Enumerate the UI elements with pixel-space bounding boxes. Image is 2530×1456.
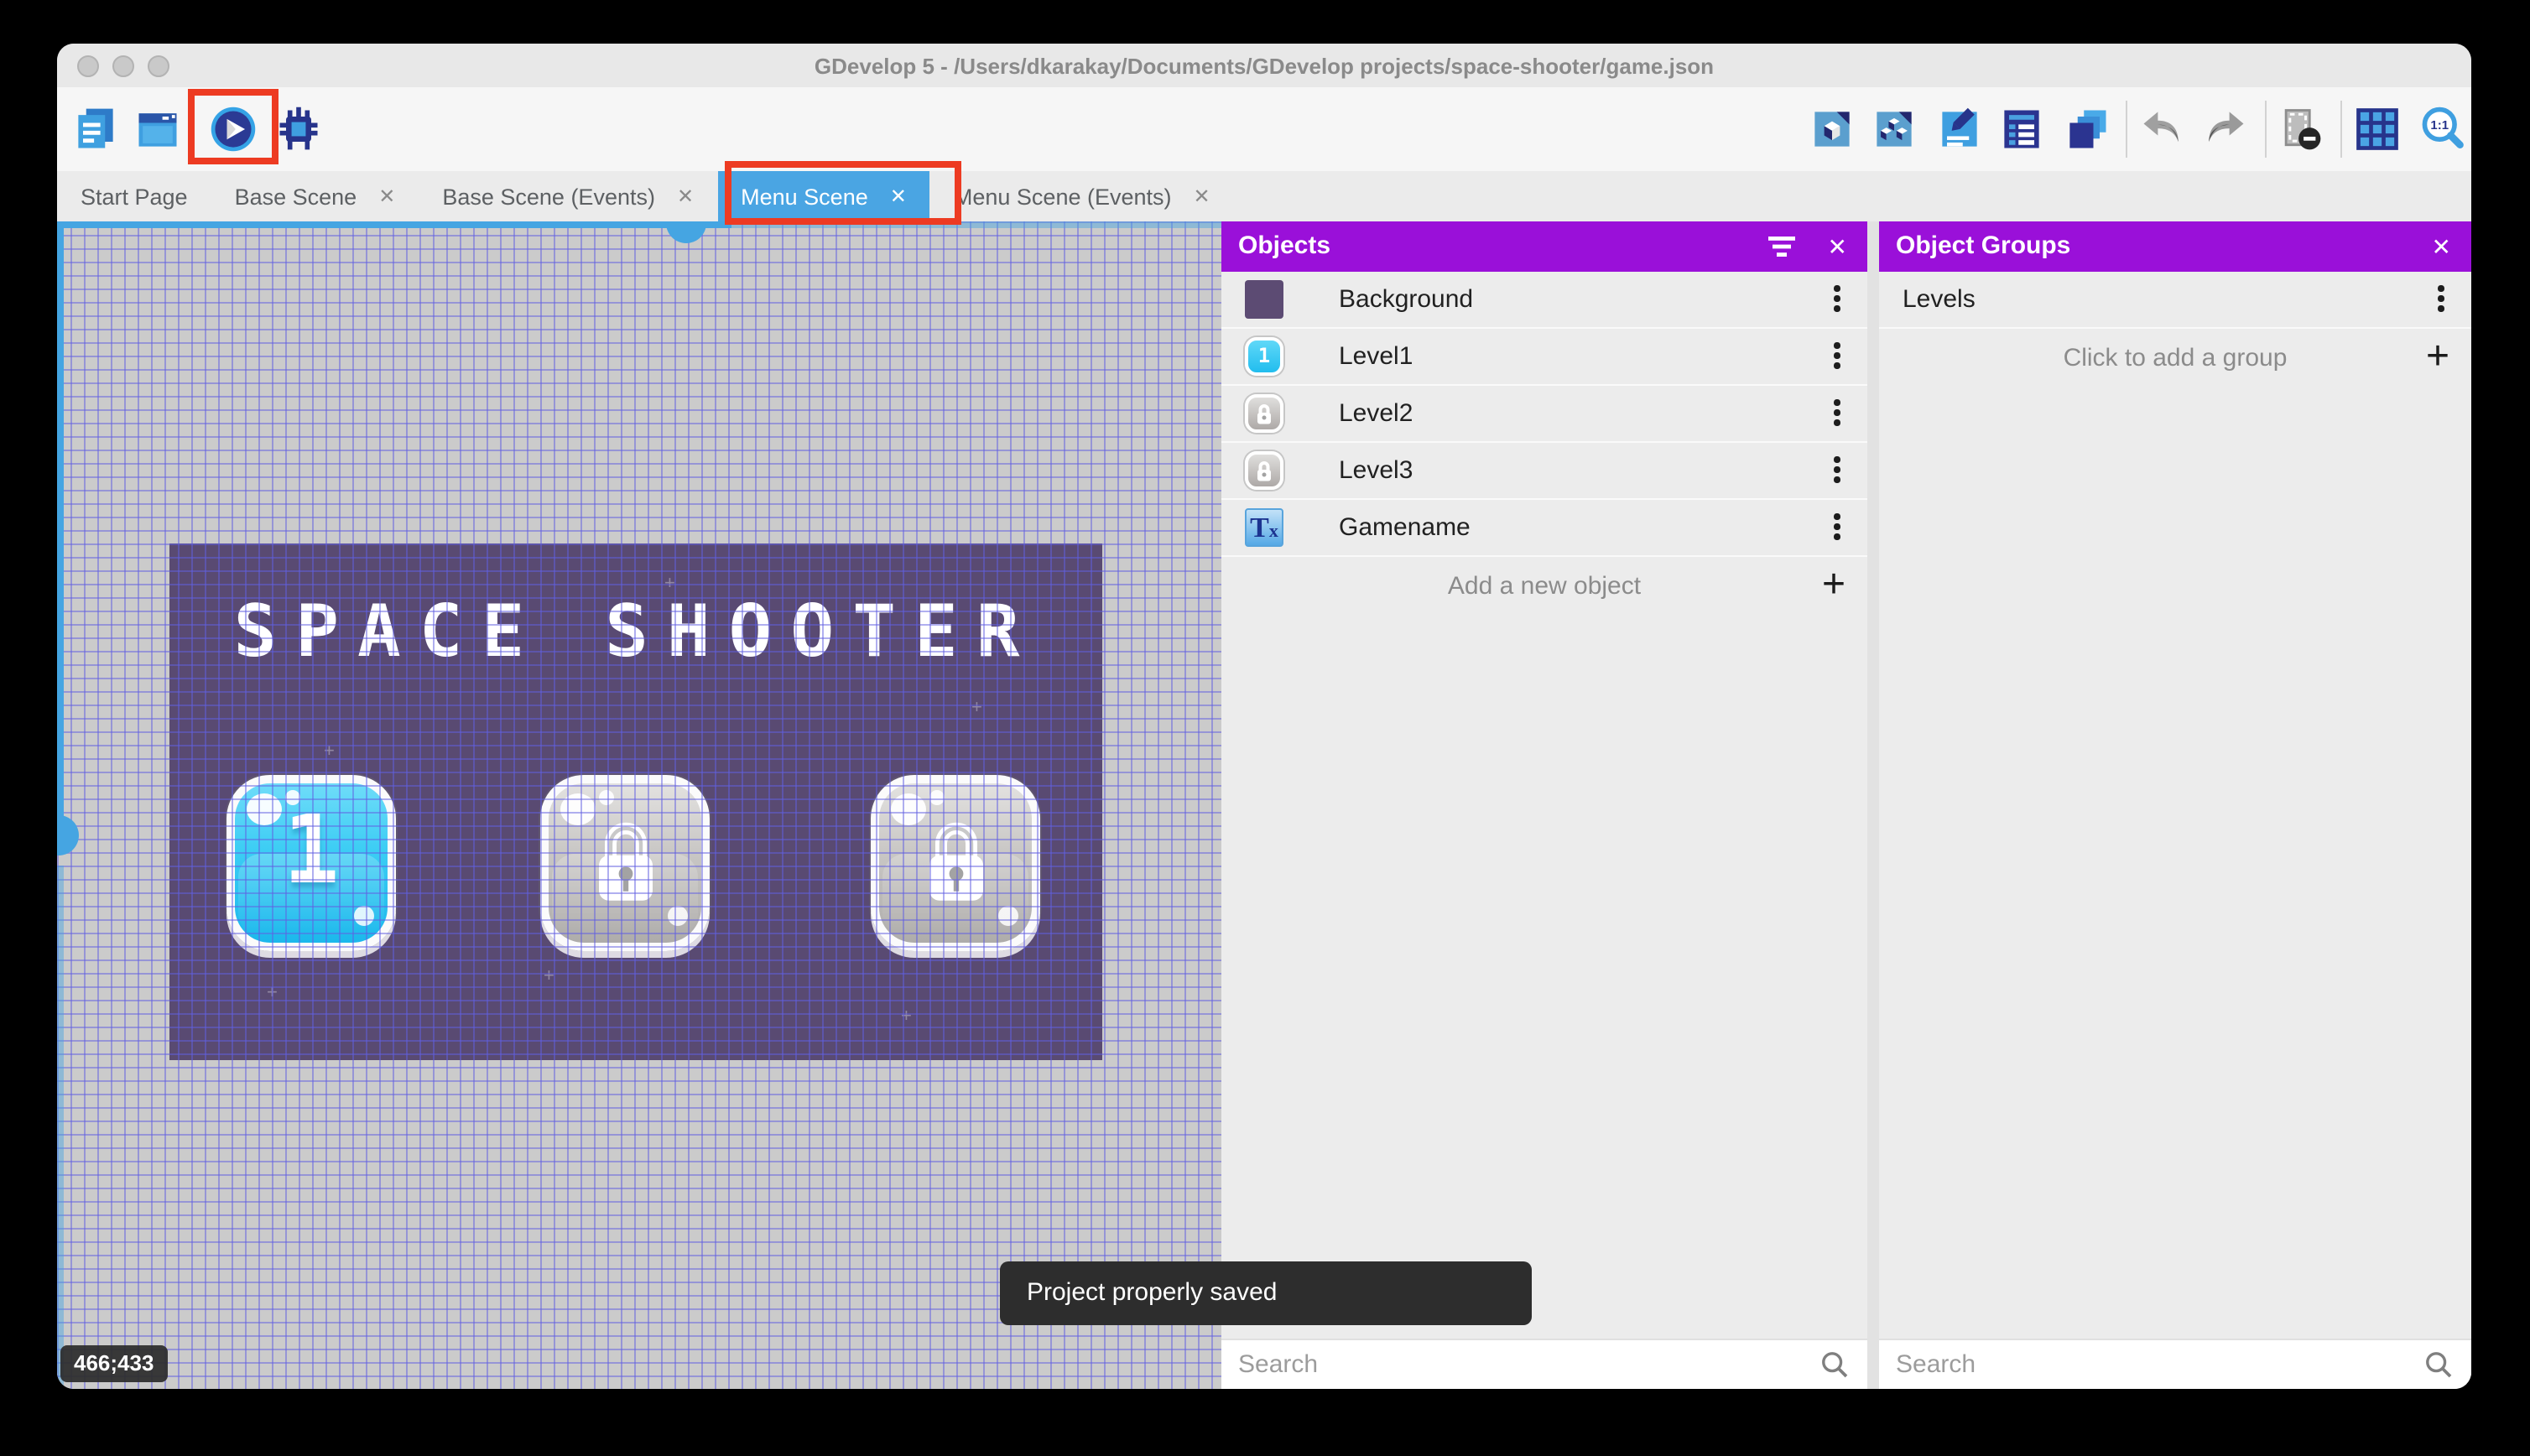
- toolbar-divider: [2265, 101, 2267, 158]
- object-row-background[interactable]: Background: [1221, 272, 1867, 329]
- game-title-text-object[interactable]: SPACE SHOOTER: [169, 590, 1102, 674]
- level2-locked-button-object[interactable]: [540, 775, 710, 951]
- object-menu-kebab-icon[interactable]: [1834, 399, 1840, 430]
- object-menu-kebab-icon[interactable]: [1834, 456, 1840, 487]
- layers-icon[interactable]: [2062, 104, 2112, 154]
- zoom-original-icon[interactable]: 1:1: [2418, 104, 2468, 154]
- undo-icon[interactable]: [2137, 104, 2188, 154]
- add-object-button[interactable]: Add a new object +: [1221, 557, 1867, 617]
- add-group-button[interactable]: Click to add a group +: [1879, 329, 2471, 389]
- window-title: GDevelop 5 - /Users/dkarakay/Documents/G…: [814, 54, 1715, 79]
- locked-sprite-thumbnail: [1245, 451, 1283, 490]
- titlebar: GDevelop 5 - /Users/dkarakay/Documents/G…: [57, 44, 2471, 89]
- objects-search-input[interactable]: [1221, 1340, 1867, 1389]
- vertical-scrollbar-thumb[interactable]: [57, 815, 79, 855]
- background-sprite-thumbnail: [1245, 280, 1283, 319]
- toolbar-divider: [2126, 101, 2127, 158]
- toolbar: 1:1: [57, 87, 2471, 171]
- object-row-gamename[interactable]: Tx Gamename: [1221, 500, 1867, 557]
- save-toast: Project properly saved: [1000, 1261, 1532, 1325]
- cursor-coordinates-badge: 466;433: [60, 1345, 168, 1382]
- lock-icon: [598, 821, 652, 900]
- close-tab-icon[interactable]: ✕: [890, 185, 907, 208]
- level1-button-object[interactable]: 1: [226, 775, 396, 951]
- search-icon: [2426, 1352, 2452, 1378]
- level3-locked-button-object[interactable]: [871, 775, 1040, 951]
- scene-canvas[interactable]: SPACE SHOOTER + + + + + + 1 466;433: [57, 221, 1221, 1389]
- object-groups-panel-title: Object Groups: [1896, 231, 2071, 260]
- horizontal-scrollbar[interactable]: [57, 221, 731, 228]
- play-preview-icon[interactable]: [208, 104, 258, 154]
- object-menu-kebab-icon[interactable]: [1834, 513, 1840, 544]
- close-tab-icon[interactable]: ✕: [378, 185, 395, 208]
- objects-search-bar: [1221, 1339, 1867, 1389]
- tab-bar: Start Page Base Scene ✕ Base Scene (Even…: [57, 171, 2471, 221]
- object-groups-panel-header: Object Groups ✕: [1879, 221, 2471, 272]
- svg-text:1:1: 1:1: [2430, 118, 2449, 133]
- lock-icon: [1257, 403, 1271, 424]
- tab-base-scene[interactable]: Base Scene ✕: [211, 171, 419, 221]
- object-groups-panel: Object Groups ✕ Levels Click to add a gr…: [1879, 221, 2471, 1389]
- group-row-levels[interactable]: Levels: [1879, 272, 2471, 329]
- tab-start-page[interactable]: Start Page: [57, 171, 211, 221]
- gdevelop-window: GDevelop 5 - /Users/dkarakay/Documents/G…: [57, 44, 2471, 1389]
- plus-icon: +: [2425, 334, 2449, 379]
- text-object-thumbnail: Tx: [1245, 508, 1283, 547]
- object-row-level1[interactable]: 1 Level1: [1221, 329, 1867, 386]
- objects-panel-title: Objects: [1238, 231, 1331, 260]
- objects-panel-header: Objects ✕: [1221, 221, 1867, 272]
- lock-icon: [929, 821, 982, 900]
- object-menu-kebab-icon[interactable]: [1834, 285, 1840, 316]
- object-row-level2[interactable]: Level2: [1221, 386, 1867, 443]
- start-page-icon[interactable]: [133, 104, 183, 154]
- search-icon: [1822, 1352, 1848, 1378]
- filter-icon[interactable]: [1767, 235, 1797, 258]
- object-menu-kebab-icon[interactable]: [1834, 342, 1840, 373]
- tab-menu-scene[interactable]: Menu Scene ✕: [717, 171, 930, 221]
- horizontal-scrollbar-thumb[interactable]: [666, 221, 706, 243]
- tab-menu-scene-events[interactable]: Menu Scene (Events) ✕: [930, 171, 1234, 221]
- level1-sprite-thumbnail: 1: [1245, 337, 1283, 376]
- toolbar-divider: [2340, 101, 2342, 158]
- objects-panel: Objects ✕ Background 1 Level1 Level2 Lev…: [1221, 221, 1867, 1389]
- groups-search-input[interactable]: [1879, 1340, 2471, 1389]
- redo-icon[interactable]: [2199, 104, 2250, 154]
- toggle-mask-icon[interactable]: [2275, 104, 2325, 154]
- close-tab-icon[interactable]: ✕: [677, 185, 694, 208]
- lock-icon: [1257, 460, 1271, 481]
- screenshot-stage: GDevelop 5 - /Users/dkarakay/Documents/G…: [0, 0, 2530, 1456]
- instances-list-icon[interactable]: [1996, 104, 2047, 154]
- vertical-scrollbar[interactable]: [57, 221, 64, 825]
- project-manager-icon[interactable]: [70, 104, 121, 154]
- properties-icon[interactable]: [1934, 104, 1985, 154]
- editor-content: SPACE SHOOTER + + + + + + 1 466;433 Obje…: [57, 221, 2471, 1389]
- object-groups-editor-icon[interactable]: [1869, 104, 1919, 154]
- group-menu-kebab-icon[interactable]: [2438, 285, 2444, 316]
- plus-icon: +: [1821, 562, 1845, 607]
- close-panel-icon[interactable]: ✕: [2432, 221, 2451, 272]
- debugger-icon[interactable]: [273, 104, 324, 154]
- groups-search-bar: [1879, 1339, 2471, 1389]
- tab-base-scene-events[interactable]: Base Scene (Events) ✕: [419, 171, 717, 221]
- locked-sprite-thumbnail: [1245, 394, 1283, 433]
- grid-icon[interactable]: [2352, 104, 2402, 154]
- close-panel-icon[interactable]: ✕: [1828, 221, 1847, 272]
- close-tab-icon[interactable]: ✕: [1194, 185, 1210, 208]
- object-row-level3[interactable]: Level3: [1221, 443, 1867, 500]
- objects-editor-icon[interactable]: [1807, 104, 1857, 154]
